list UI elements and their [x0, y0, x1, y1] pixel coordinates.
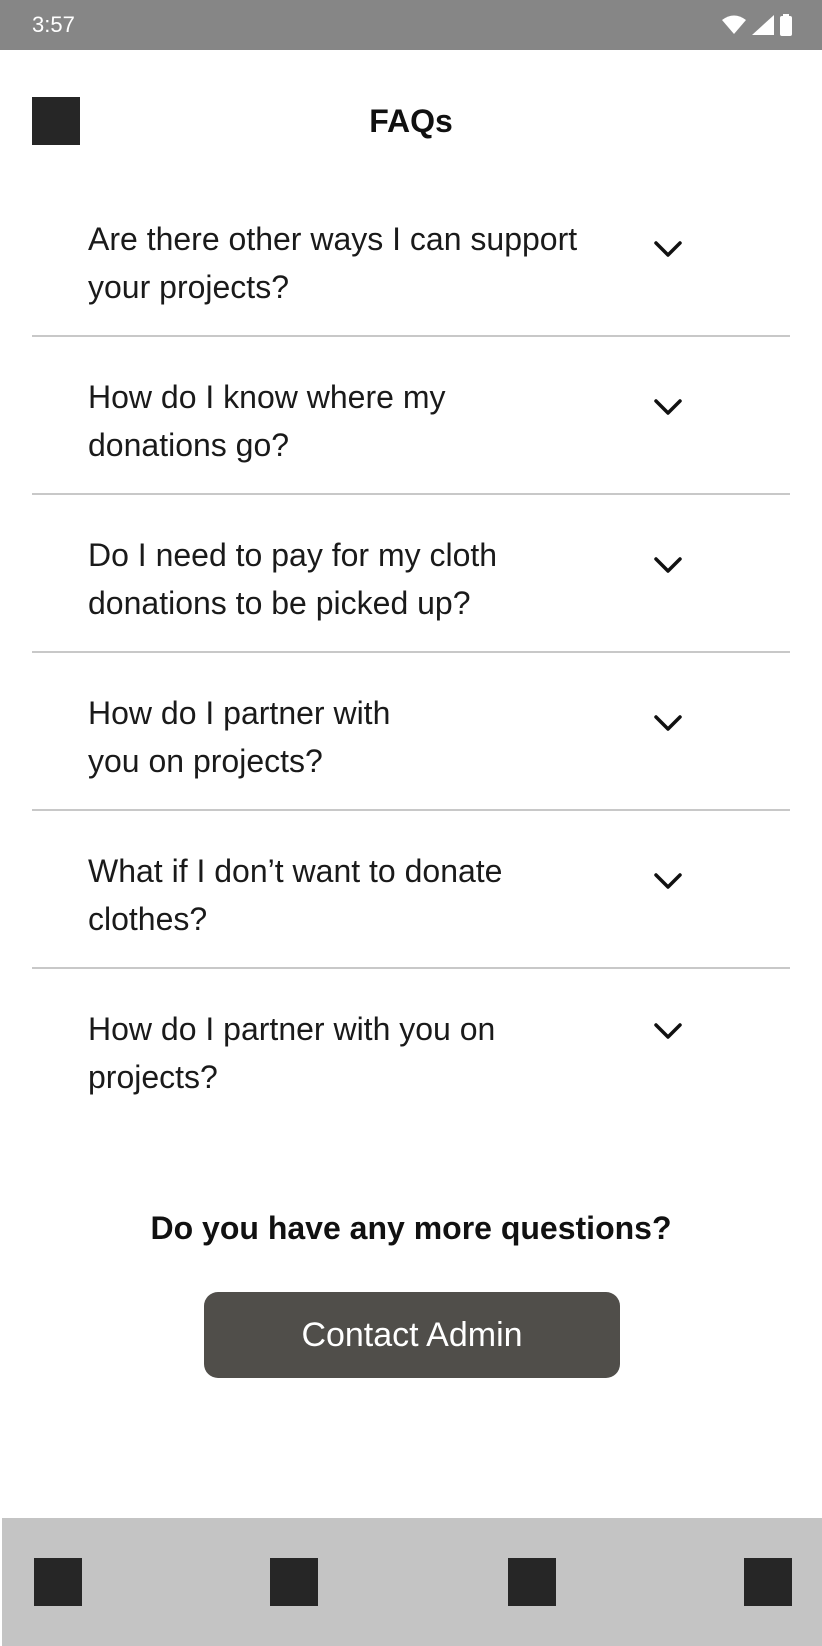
status-time: 3:57 — [32, 12, 75, 37]
contact-admin-button[interactable]: Contact Admin — [204, 1292, 620, 1378]
nav-placeholder-icon[interactable] — [508, 1558, 556, 1606]
faq-question: What if I don’t want to donate clothes? — [88, 853, 503, 937]
more-questions-heading: Do you have any more questions? — [150, 1210, 672, 1246]
nav-placeholder-icon[interactable] — [270, 1558, 318, 1606]
faq-item[interactable]: How do I partner with you on projects? — [32, 969, 790, 1127]
faq-item[interactable]: How do I know where my donations go? — [32, 337, 790, 495]
faq-question: Do I need to pay for my cloth donations … — [88, 537, 498, 621]
chevron-down-icon[interactable] — [650, 231, 686, 267]
page-title: FAQs — [369, 103, 453, 139]
faq-question: How do I know where my donations go? — [88, 379, 446, 463]
bottom-nav — [2, 1518, 822, 1646]
status-icons — [722, 14, 792, 36]
chevron-down-icon[interactable] — [650, 1013, 686, 1049]
contact-admin-label: Contact Admin — [301, 1315, 523, 1354]
chevron-down-icon[interactable] — [650, 863, 686, 899]
status-bar: 3:57 — [0, 0, 822, 50]
nav-placeholder-icon[interactable] — [34, 1558, 82, 1606]
chevron-down-icon[interactable] — [650, 547, 686, 583]
faq-item[interactable]: Do I need to pay for my cloth donations … — [32, 495, 790, 653]
faq-item[interactable]: Are there other ways I can support your … — [32, 179, 790, 337]
faq-item[interactable]: What if I don’t want to donate clothes? — [32, 811, 790, 969]
faq-question: How do I partner with you on projects? — [88, 695, 391, 779]
signal-icon — [752, 15, 774, 35]
faq-question: Are there other ways I can support your … — [88, 221, 578, 305]
faq-list: Are there other ways I can support your … — [32, 179, 790, 1127]
wifi-icon — [722, 15, 746, 35]
header: FAQs — [0, 50, 822, 195]
nav-placeholder-icon[interactable] — [744, 1558, 792, 1606]
faq-item[interactable]: How do I partner with you on projects? — [32, 653, 790, 811]
chevron-down-icon[interactable] — [650, 705, 686, 741]
chevron-down-icon[interactable] — [650, 389, 686, 425]
faq-question: How do I partner with you on projects? — [88, 1011, 496, 1095]
battery-icon — [780, 14, 792, 36]
